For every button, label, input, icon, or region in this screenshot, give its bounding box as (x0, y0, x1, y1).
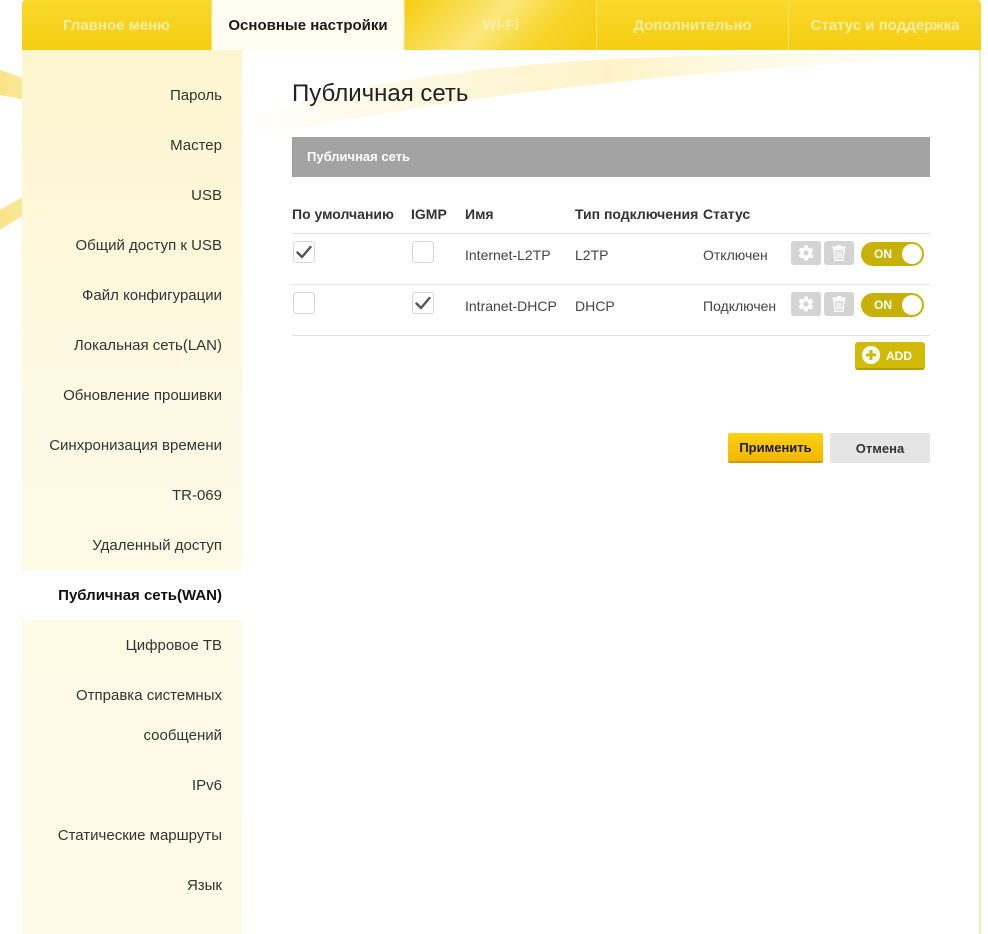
igmp-checkbox[interactable] (412, 241, 434, 263)
sidebar-item-password[interactable]: Пароль (22, 86, 222, 106)
sidebar-item-usb-sharing[interactable]: Общий доступ к USB (22, 236, 222, 256)
apply-button[interactable]: Применить (728, 433, 823, 463)
connection-toggle[interactable]: ON (861, 293, 924, 317)
content-right-border (979, 50, 981, 934)
sidebar-item-system-messages[interactable]: Отправка системных (22, 686, 222, 706)
column-header-default: По умолчанию (292, 206, 394, 222)
tab-advanced[interactable]: Дополнительно (597, 0, 789, 50)
sidebar-item-usb[interactable]: USB (22, 186, 222, 206)
table-divider (292, 335, 930, 336)
connection-type: DHCP (575, 298, 615, 314)
toggle-knob (902, 295, 922, 315)
sidebar-item-system-messages-line2[interactable]: сообщений (22, 726, 222, 746)
connection-status: Подключен (703, 298, 777, 314)
column-header-name: Имя (465, 206, 494, 222)
tab-main-menu[interactable]: Главное меню (22, 0, 212, 50)
settings-button[interactable] (791, 292, 821, 316)
sidebar-item-wan[interactable]: Публичная сеть(WAN) (22, 586, 222, 606)
column-header-connection-type: Тип подключения (575, 206, 699, 222)
settings-button[interactable] (791, 241, 821, 265)
sidebar-item-firmware-update[interactable]: Обновление прошивки (22, 386, 222, 406)
connection-name: Internet-L2TP (465, 247, 551, 263)
table-divider (292, 233, 930, 234)
sidebar-item-digital-tv[interactable]: Цифровое ТВ (22, 636, 222, 656)
page-title: Публичная сеть (292, 80, 469, 107)
sidebar-item-wizard[interactable]: Мастер (22, 136, 222, 156)
plus-circle-icon (862, 346, 880, 364)
toggle-label: ON (874, 298, 892, 312)
delete-button[interactable] (824, 241, 854, 265)
sidebar-item-time-sync[interactable]: Синхронизация времени (22, 436, 222, 456)
default-checkbox[interactable] (293, 292, 315, 314)
router-settings-page: Главное меню Основные настройки Wi-Fi До… (0, 0, 988, 934)
sidebar-item-remote-access[interactable]: Удаленный доступ (22, 536, 222, 556)
connection-type: L2TP (575, 247, 609, 263)
add-button-label: ADD (886, 349, 912, 363)
sidebar-item-ipv6[interactable]: IPv6 (22, 776, 222, 796)
tab-wifi[interactable]: Wi-Fi (405, 0, 597, 50)
checkmark-icon (415, 296, 431, 310)
connection-name: Intranet-DHCP (465, 298, 557, 314)
column-header-igmp: IGMP (411, 206, 447, 222)
tab-status-support[interactable]: Статус и поддержка (789, 0, 981, 50)
delete-button[interactable] (824, 292, 854, 316)
gear-icon (798, 296, 814, 312)
cancel-button[interactable]: Отмена (830, 433, 930, 463)
gear-icon (798, 245, 814, 261)
sidebar-item-language[interactable]: Язык (22, 876, 222, 896)
sidebar-item-lan[interactable]: Локальная сеть(LAN) (22, 336, 222, 356)
toggle-label: ON (874, 247, 892, 261)
igmp-checkbox[interactable] (412, 292, 434, 314)
connection-status: Отключен (703, 247, 768, 263)
connection-toggle[interactable]: ON (861, 242, 924, 266)
tab-basic-settings[interactable]: Основные настройки (212, 0, 405, 50)
section-header: Публичная сеть (292, 137, 930, 177)
sidebar-item-config-file[interactable]: Файл конфигурации (22, 286, 222, 306)
table-divider (292, 284, 930, 285)
sidebar: Пароль Мастер USB Общий доступ к USB Фай… (22, 50, 242, 934)
top-navigation: Главное меню Основные настройки Wi-Fi До… (22, 0, 981, 50)
toggle-knob (902, 244, 922, 264)
trash-icon (832, 245, 846, 261)
default-checkbox[interactable] (293, 241, 315, 263)
add-connection-button[interactable]: ADD (855, 342, 925, 370)
sidebar-item-static-routes[interactable]: Статические маршруты (22, 826, 222, 846)
column-header-status: Статус (703, 206, 751, 222)
checkmark-icon (296, 245, 312, 259)
trash-icon (832, 296, 846, 312)
sidebar-item-tr069[interactable]: TR-069 (22, 486, 222, 506)
